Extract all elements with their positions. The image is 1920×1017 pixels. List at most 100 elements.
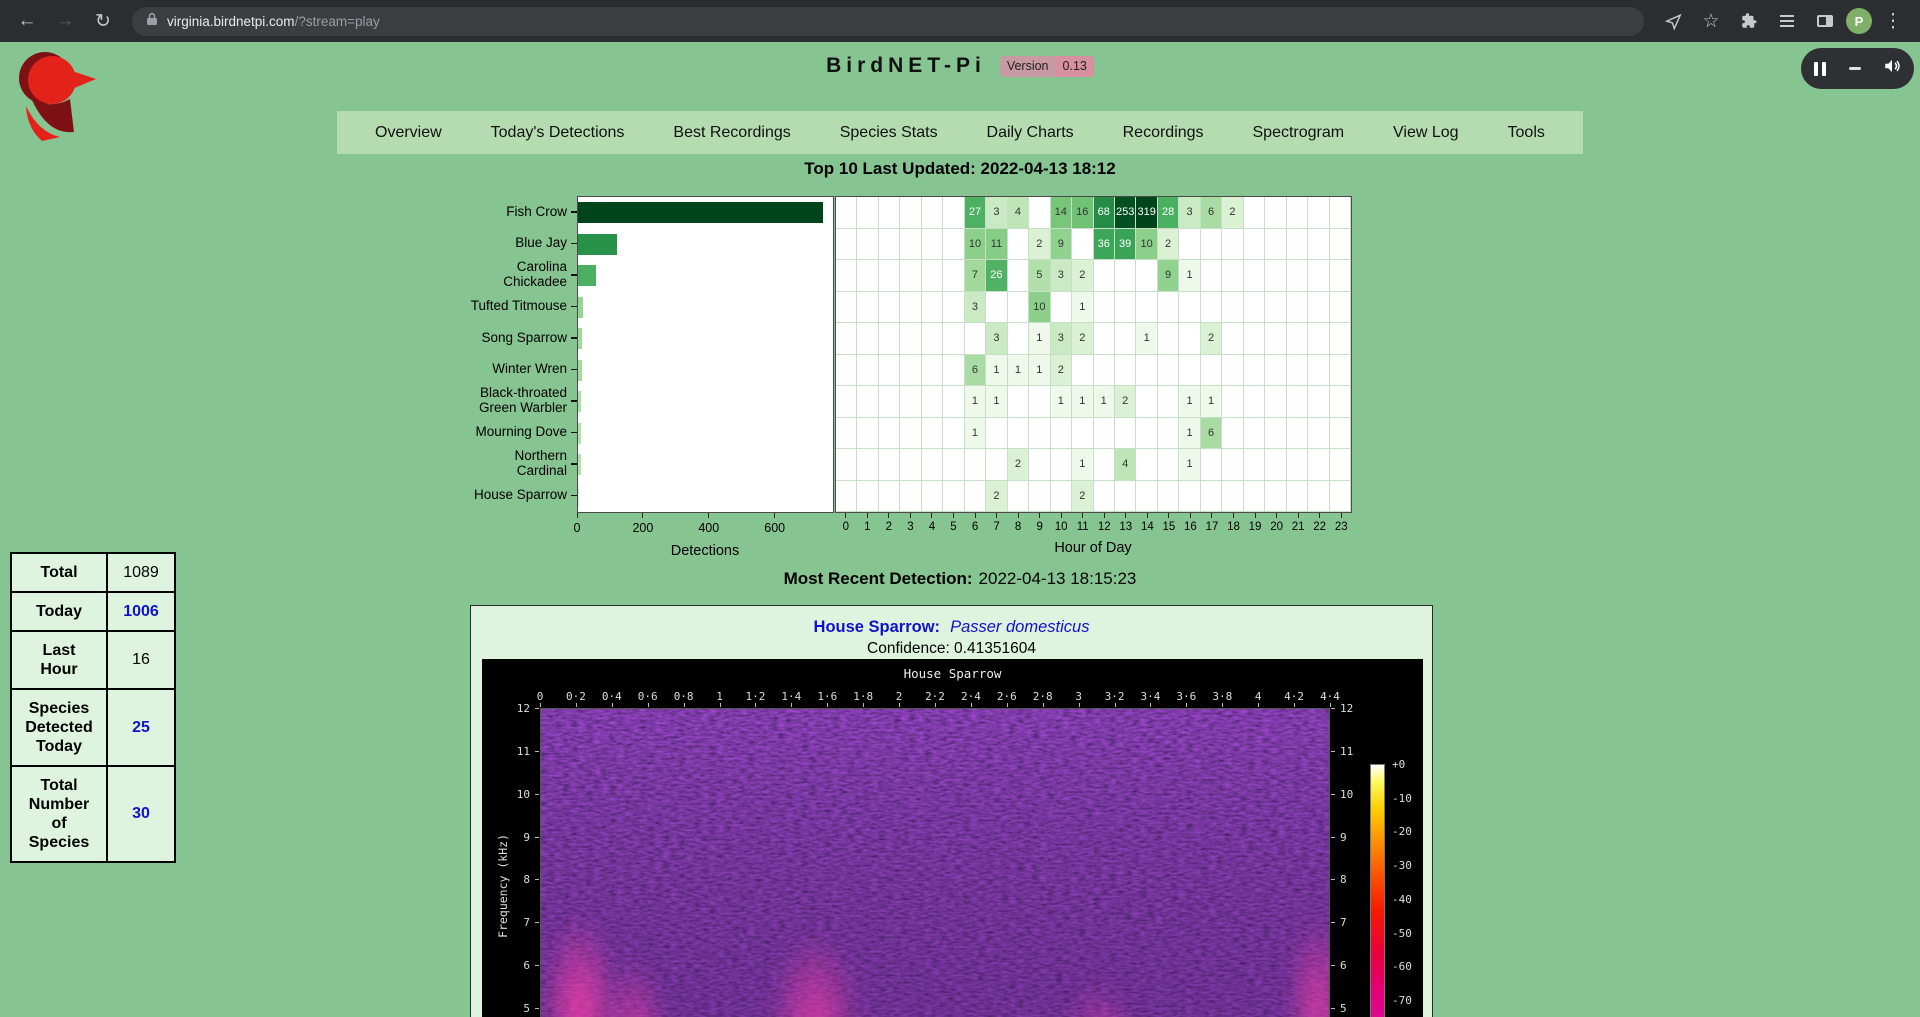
heatmap-cell — [1287, 197, 1308, 229]
heatmap-cell — [857, 323, 878, 355]
heatmap-cell — [1158, 449, 1179, 481]
heatmap-cell — [1222, 323, 1243, 355]
menu-kebab-icon[interactable]: ⋮ — [1876, 4, 1910, 38]
stats-value[interactable]: 1006 — [107, 592, 175, 631]
heatmap-cell — [922, 197, 943, 229]
heatmap-cell — [1008, 418, 1029, 450]
heatmap-cell: 4 — [1008, 197, 1029, 229]
db-tick-label: -20 — [1392, 825, 1426, 838]
heatmap-cell: 28 — [1158, 197, 1179, 229]
time-tick-label: 2·2 — [919, 690, 951, 703]
heatmap-cell — [836, 292, 857, 324]
side-panel-icon[interactable] — [1808, 4, 1842, 38]
profile-avatar[interactable]: P — [1846, 8, 1872, 34]
heatmap-cell — [1115, 418, 1136, 450]
stats-label: Total Number of Species — [11, 766, 107, 862]
heatmap-cell: 1 — [1008, 355, 1029, 387]
stats-value[interactable]: 30 — [107, 766, 175, 862]
axis-tick-label: 400 — [689, 521, 729, 535]
axis-tick-label: 18 — [1222, 521, 1246, 533]
extensions-puzzle-icon[interactable] — [1732, 4, 1766, 38]
heatmap-cell: 1 — [1201, 386, 1222, 418]
reading-list-icon[interactable] — [1770, 4, 1804, 38]
heatmap-cell — [1308, 449, 1329, 481]
heatmap-cell: 1 — [1072, 386, 1093, 418]
heatmap-cell — [1330, 449, 1351, 481]
heatmap-cell — [1072, 355, 1093, 387]
heatmap-cell — [1201, 292, 1222, 324]
axis-tick-label: 1 — [855, 521, 879, 533]
heatmap-cell — [1158, 386, 1179, 418]
heatmap-cell: 2 — [1158, 229, 1179, 261]
heatmap-cell — [1158, 355, 1179, 387]
heatmap-cell — [1330, 197, 1351, 229]
heatmap-cell — [1222, 292, 1243, 324]
heatmap-cell: 319 — [1136, 197, 1157, 229]
heatmap-cell: 2 — [1072, 323, 1093, 355]
heatmap-cell — [900, 292, 921, 324]
axis-tick-label: 17 — [1200, 521, 1224, 533]
axis-tick-label: 2 — [877, 521, 901, 533]
stats-row: Total Number of Species30 — [11, 766, 175, 862]
heatmap-cell — [943, 449, 964, 481]
heatmap-cell: 1 — [965, 418, 986, 450]
heatmap-cell — [943, 229, 964, 261]
axis-tick-label: 13 — [1114, 521, 1138, 533]
heatmap-cell — [922, 449, 943, 481]
heatmap-cell — [1222, 229, 1243, 261]
bookmark-star-icon[interactable]: ☆ — [1694, 4, 1728, 38]
heatmap-cell — [1201, 449, 1222, 481]
species-label: House Sparrow — [474, 488, 567, 503]
db-tick-label: -50 — [1392, 927, 1426, 940]
heatmap-cell — [879, 292, 900, 324]
heatmap-cell — [1244, 323, 1265, 355]
heatmap-cell — [1265, 386, 1286, 418]
heatmap-cell — [1029, 418, 1050, 450]
heatmap-cell: 1 — [986, 386, 1007, 418]
heatmap-cell — [900, 481, 921, 513]
stats-row: Last Hour16 — [11, 631, 175, 689]
time-tick-label: 2·8 — [1027, 690, 1059, 703]
detections-bar — [578, 486, 579, 507]
send-icon[interactable] — [1656, 4, 1690, 38]
heatmap-cell — [1136, 386, 1157, 418]
heatmap-cell — [1265, 323, 1286, 355]
heatmap-cell — [900, 229, 921, 261]
hour-axis-title: Hour of Day — [993, 540, 1193, 556]
detections-bar — [578, 265, 596, 286]
address-bar[interactable]: virginia.birdnetpi.com/?stream=play — [132, 7, 1644, 36]
forward-button[interactable]: → — [48, 4, 82, 38]
heatmap-cell — [857, 481, 878, 513]
stats-row: Today1006 — [11, 592, 175, 631]
browser-toolbar: ← → ↻ virginia.birdnetpi.com/?stream=pla… — [0, 0, 1920, 42]
heatmap-cell: 10 — [965, 229, 986, 261]
heatmap-cell — [1308, 418, 1329, 450]
time-tick-label: 4·2 — [1278, 690, 1310, 703]
heatmap-cell — [1244, 355, 1265, 387]
heatmap-cell — [879, 260, 900, 292]
back-button[interactable]: ← — [10, 4, 44, 38]
species-label: Northern Cardinal — [514, 449, 567, 478]
detection-scientific-name[interactable]: Passer domesticus — [950, 618, 1089, 636]
detection-common-name[interactable]: House Sparrow: — [814, 618, 941, 636]
axis-tick-label: 8 — [1006, 521, 1030, 533]
heatmap-cell — [1051, 449, 1072, 481]
spectrogram-freq-label: Frequency (kHz) — [496, 834, 510, 938]
heatmap-cell — [1265, 292, 1286, 324]
heatmap-cell — [986, 449, 1007, 481]
heatmap-cell — [1287, 323, 1308, 355]
reload-button[interactable]: ↻ — [86, 4, 120, 38]
time-tick-label: 4 — [1242, 690, 1274, 703]
heatmap-cell — [1008, 260, 1029, 292]
spectrogram-title: House Sparrow — [482, 666, 1423, 681]
species-label: Blue Jay — [515, 236, 567, 251]
heatmap-cell — [1265, 260, 1286, 292]
heatmap-cell: 1 — [1179, 449, 1200, 481]
heatmap-cell: 3 — [986, 197, 1007, 229]
stats-value[interactable]: 25 — [107, 689, 175, 766]
heatmap-cell — [1330, 355, 1351, 387]
heatmap-cell — [857, 386, 878, 418]
heatmap-cell — [900, 386, 921, 418]
heatmap-cell — [900, 323, 921, 355]
heatmap-cell — [1330, 229, 1351, 261]
